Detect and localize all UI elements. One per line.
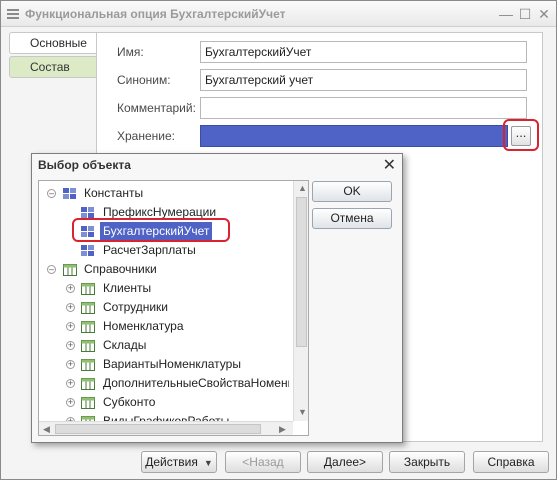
tree-row-label: Сотрудники bbox=[103, 300, 168, 314]
tree-row-catalogs[interactable]: – Справочники bbox=[39, 260, 289, 279]
expand-icon[interactable]: + bbox=[66, 398, 75, 407]
tree-row-label: ВидыГрафиковРаботы bbox=[103, 414, 230, 421]
tree-row-label: Клиенты bbox=[103, 281, 152, 295]
storage-button-highlight bbox=[503, 119, 539, 151]
tree-row-label: Справочники bbox=[84, 262, 157, 276]
name-label: Имя: bbox=[117, 45, 144, 59]
expand-icon[interactable]: + bbox=[66, 284, 75, 293]
scroll-right-icon[interactable]: ▶ bbox=[279, 424, 286, 435]
tree-row-label: ВариантыНоменклатуры bbox=[103, 357, 241, 371]
catalog-icon bbox=[81, 302, 95, 314]
maximize-icon[interactable]: ☐ bbox=[516, 5, 534, 23]
scroll-left-icon[interactable]: ◀ bbox=[43, 424, 50, 435]
dialog-close-icon[interactable]: ✕ bbox=[383, 155, 396, 175]
collapse-icon[interactable]: – bbox=[47, 189, 56, 198]
catalog-icon bbox=[81, 340, 95, 352]
tree-row-label: Субконто bbox=[103, 395, 156, 409]
collapse-icon[interactable]: – bbox=[47, 265, 56, 274]
tab-list: Основные Состав bbox=[9, 32, 97, 80]
vertical-scrollbar[interactable]: ▲ ▼ bbox=[293, 181, 308, 421]
scroll-thumb[interactable] bbox=[296, 197, 307, 347]
tree-row-label: РасчетЗарплаты bbox=[103, 243, 196, 257]
select-object-dialog: Выбор объекта ✕ – Константы ПрефиксНумер… bbox=[31, 153, 403, 443]
tree-row-catalog[interactable]: + Клиенты bbox=[39, 279, 289, 298]
expand-icon[interactable]: + bbox=[66, 360, 75, 369]
tree-row-label: ДополнительныеСвойстваНоменкла bbox=[103, 376, 289, 390]
catalog-icon bbox=[63, 264, 77, 276]
back-button[interactable]: <Назад bbox=[225, 451, 301, 473]
ok-button[interactable]: OK bbox=[312, 181, 392, 202]
tree-row-catalog[interactable]: + Сотрудники bbox=[39, 298, 289, 317]
dialog-title: Выбор объекта bbox=[38, 158, 131, 172]
constant-icon bbox=[63, 188, 76, 199]
cancel-button[interactable]: Отмена bbox=[312, 208, 392, 229]
constant-icon bbox=[81, 245, 94, 256]
window-title: Функциональная опция БухгалтерскийУчет bbox=[25, 7, 286, 21]
comment-field[interactable] bbox=[200, 97, 527, 119]
tree-row-label: Номенклатура bbox=[103, 319, 184, 333]
next-button[interactable]: Далее> bbox=[307, 451, 383, 473]
tab-main[interactable]: Основные bbox=[9, 32, 97, 54]
tree-row-catalog[interactable]: + Склады bbox=[39, 336, 289, 355]
name-field[interactable]: БухгалтерскийУчет bbox=[200, 41, 527, 63]
expand-icon[interactable]: + bbox=[66, 379, 75, 388]
comment-label: Комментарий: bbox=[117, 101, 196, 115]
main-window: Функциональная опция БухгалтерскийУчет —… bbox=[0, 0, 557, 480]
tree-row-label: Склады bbox=[103, 338, 147, 352]
scroll-up-icon[interactable]: ▲ bbox=[298, 183, 307, 193]
actions-button[interactable]: Действия ▼ bbox=[141, 451, 217, 473]
bottom-toolbar: Действия ▼ <Назад Далее> Закрыть Справка bbox=[1, 447, 556, 480]
storage-label: Хранение: bbox=[117, 129, 175, 143]
tree-row-catalog[interactable]: + Номенклатура bbox=[39, 317, 289, 336]
synonym-field[interactable]: Бухгалтерский учет bbox=[200, 69, 527, 91]
catalog-icon bbox=[81, 321, 95, 333]
expand-icon[interactable]: + bbox=[66, 303, 75, 312]
catalog-icon bbox=[81, 378, 95, 390]
actions-button-label: Действия bbox=[145, 455, 198, 469]
tree-row-constant[interactable]: РасчетЗарплаты bbox=[39, 241, 289, 260]
scroll-thumb[interactable] bbox=[55, 424, 261, 434]
selected-item-highlight bbox=[72, 218, 230, 242]
tree-row-catalog[interactable]: + ВидыГрафиковРаботы bbox=[39, 412, 289, 421]
app-menu-icon[interactable] bbox=[6, 7, 20, 21]
tab-composition[interactable]: Состав bbox=[9, 56, 97, 78]
catalog-icon bbox=[81, 283, 95, 295]
tree-row-catalog[interactable]: + ДополнительныеСвойстваНоменкла bbox=[39, 374, 289, 393]
tree-row-label: Константы bbox=[84, 186, 144, 200]
close-icon[interactable]: ✕ bbox=[535, 5, 553, 23]
horizontal-scrollbar[interactable]: ◀ ▶ bbox=[39, 421, 293, 435]
help-button[interactable]: Справка bbox=[473, 451, 549, 473]
tree-row-constants[interactable]: – Константы bbox=[39, 184, 289, 203]
catalog-icon bbox=[81, 359, 95, 371]
expand-icon[interactable]: + bbox=[66, 322, 75, 331]
close-button[interactable]: Закрыть bbox=[389, 451, 465, 473]
tree-row-catalog[interactable]: + Субконто bbox=[39, 393, 289, 412]
title-bar: Функциональная опция БухгалтерскийУчет —… bbox=[1, 1, 556, 27]
catalog-icon bbox=[81, 397, 95, 409]
storage-field[interactable] bbox=[200, 125, 508, 147]
scroll-down-icon[interactable]: ▼ bbox=[298, 407, 307, 417]
minimize-icon[interactable]: — bbox=[497, 5, 515, 23]
expand-icon[interactable]: + bbox=[66, 341, 75, 350]
synonym-label: Синоним: bbox=[117, 73, 171, 87]
tree-row-catalog[interactable]: + ВариантыНоменклатуры bbox=[39, 355, 289, 374]
chevron-down-icon: ▼ bbox=[203, 458, 213, 468]
